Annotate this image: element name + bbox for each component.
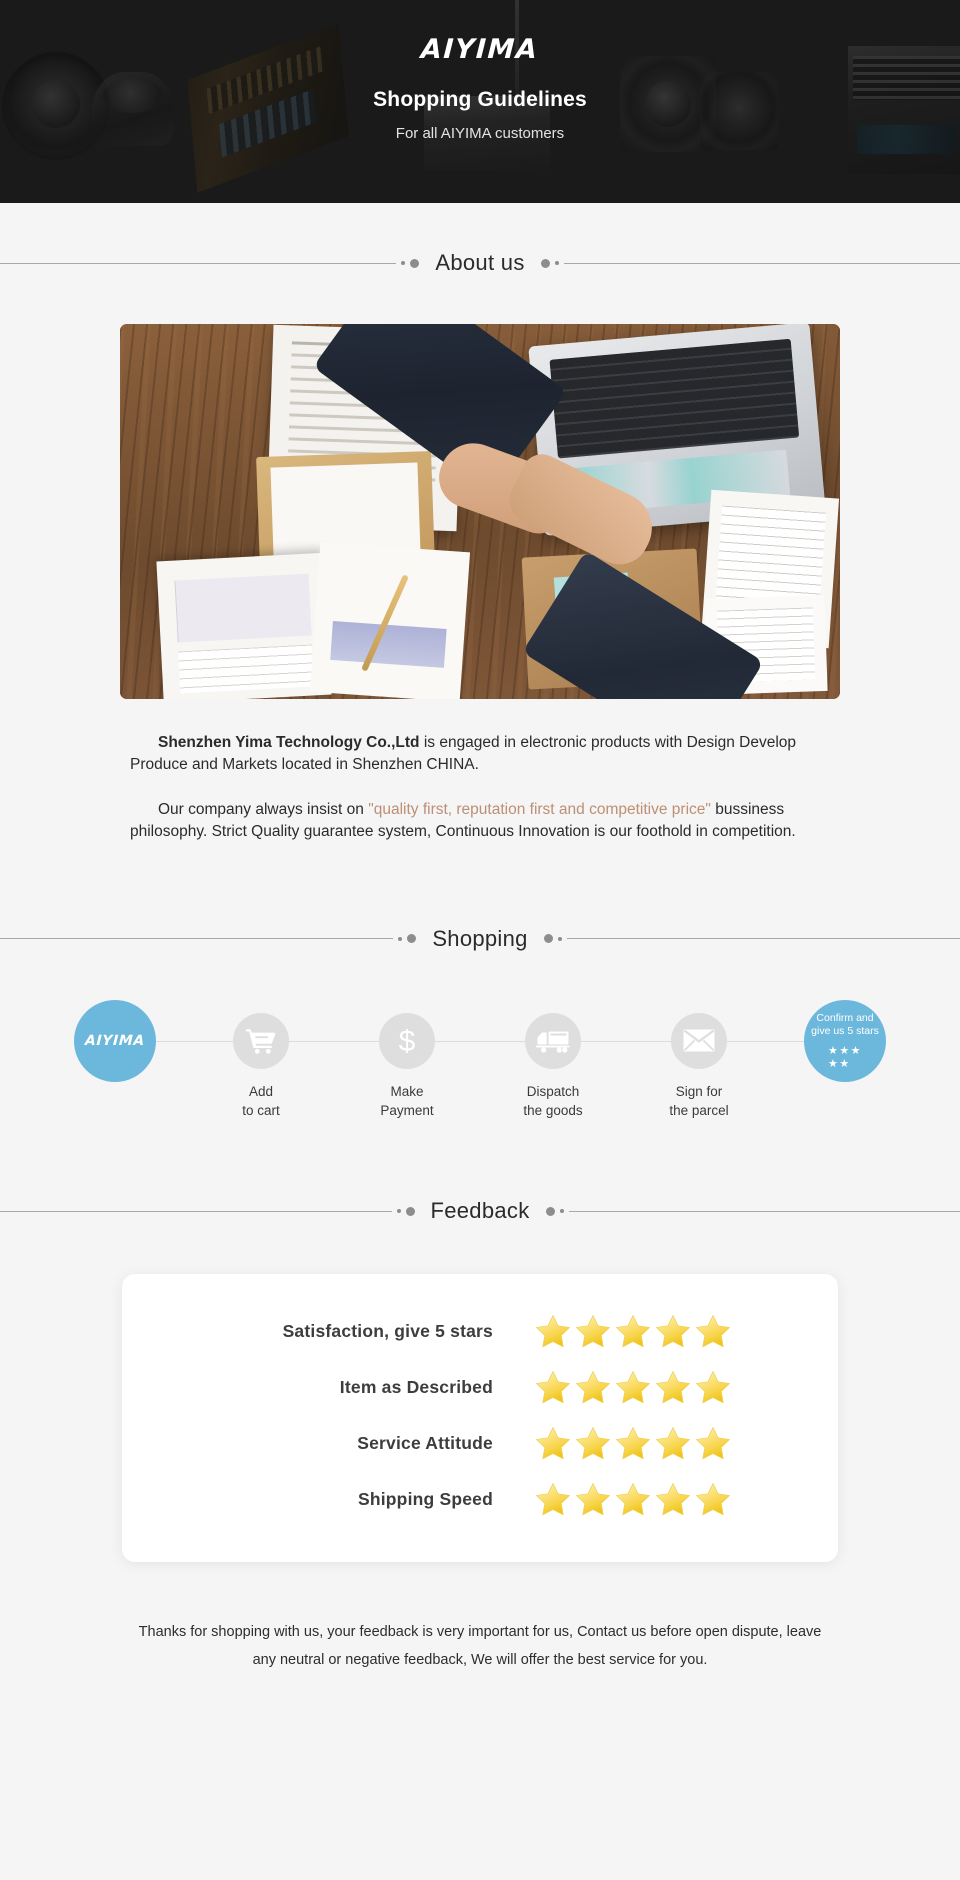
- heading-dot-small-right: [559, 1209, 564, 1214]
- feedback-section-title: Feedback: [430, 1198, 530, 1224]
- step-label: Make Payment: [380, 1083, 434, 1118]
- feedback-star-rating: [535, 1314, 755, 1348]
- heading-dot-large-right: [545, 1206, 555, 1216]
- heading-divider-left: [0, 1210, 392, 1212]
- star-icon: [616, 1483, 650, 1516]
- feedback-row: Service Attitude: [122, 1426, 838, 1460]
- invoice-paper-image: [309, 541, 471, 699]
- about-section-heading: About us: [0, 250, 960, 276]
- star-icon: [536, 1483, 570, 1516]
- feedback-label: Service Attitude: [357, 1432, 493, 1453]
- step-label: Dispatch the goods: [523, 1083, 583, 1118]
- heading-dot-small-left: [398, 936, 403, 941]
- step-confirm-rating: Confirm and give us 5 stars ★★★ ★★: [780, 999, 910, 1082]
- star-icon: [616, 1371, 650, 1404]
- heading-divider-left: [0, 262, 397, 264]
- feedback-row: Satisfaction, give 5 stars: [122, 1314, 838, 1348]
- about-description: Shenzhen Yima Technology Co.,Ltd is enga…: [130, 732, 830, 844]
- feedback-label: Satisfaction, give 5 stars: [282, 1320, 493, 1341]
- feedback-label: Shipping Speed: [357, 1488, 493, 1509]
- star-icon: [656, 1315, 690, 1348]
- about-paragraph-2-pre: Our company always insist on: [158, 800, 369, 818]
- star-icon: [696, 1427, 730, 1460]
- star-icon: [656, 1427, 690, 1460]
- dollar-sign-icon: $: [379, 1012, 435, 1069]
- quality-motto-highlight: "quality first, reputation first and com…: [368, 800, 711, 818]
- company-name: Shenzhen Yima Technology Co.,Ltd: [158, 734, 420, 751]
- footer-note: Thanks for shopping with us, your feedba…: [138, 1624, 822, 1669]
- banner-title: Shopping Guidelines: [373, 88, 587, 111]
- about-paragraph-1: Shenzhen Yima Technology Co.,Ltd is enga…: [130, 732, 830, 777]
- heading-dot-small-left: [396, 1209, 401, 1214]
- heading-divider-right: [566, 938, 960, 940]
- feedback-star-rating: [535, 1370, 755, 1404]
- star-icon: [656, 1371, 690, 1404]
- star-icon: [696, 1315, 730, 1348]
- shopping-cart-icon: [233, 1012, 289, 1069]
- star-icon: [576, 1483, 610, 1516]
- aiyima-logo-icon: AIYIMA: [74, 999, 156, 1082]
- heading-dot-large-right: [540, 258, 550, 268]
- banner-subtitle: For all AIYIMA customers: [395, 125, 565, 142]
- heading-divider-right: [568, 1210, 960, 1212]
- feedback-row: Shipping Speed: [122, 1482, 838, 1516]
- svg-text:$: $: [399, 1025, 416, 1057]
- envelope-icon: [671, 1012, 727, 1069]
- chart-report-image: [156, 552, 332, 699]
- star-icon: [536, 1315, 570, 1348]
- feedback-row: Item as Described: [122, 1370, 838, 1404]
- heading-dot-large-left: [407, 934, 417, 944]
- confirm-stars: ★★★ ★★: [828, 1042, 862, 1070]
- heading-dot-large-left: [405, 1206, 415, 1216]
- star-icon: [576, 1371, 610, 1404]
- star-icon: [536, 1371, 570, 1404]
- step-dispatch-goods: Dispatch the goods: [488, 1000, 618, 1120]
- about-paragraph-2: Our company always insist on "quality fi…: [130, 799, 830, 844]
- confirm-rating-text: Confirm and give us 5 stars: [811, 1012, 879, 1038]
- star-icon: [616, 1315, 650, 1348]
- step-label: Sign for the parcel: [669, 1083, 729, 1118]
- step-make-payment: $ Make Payment: [342, 1000, 472, 1120]
- star-icon: [656, 1483, 690, 1516]
- step-add-to-cart: Add to cart: [196, 1000, 326, 1120]
- heading-dot-small-right: [554, 261, 559, 265]
- five-stars-icon: Confirm and give us 5 stars ★★★ ★★: [804, 999, 886, 1082]
- shopping-steps: AIYIMA Add to cart $ Make Payment Dispat…: [50, 999, 910, 1120]
- heading-divider-right: [563, 262, 960, 264]
- aiyima-brand-logo: AIYIMA: [420, 34, 540, 65]
- heading-dot-large-right: [543, 934, 553, 944]
- step-sign-parcel: Sign for the parcel: [634, 1000, 764, 1120]
- star-icon: [536, 1427, 570, 1460]
- star-icon: [616, 1427, 650, 1460]
- delivery-truck-icon: [525, 1012, 581, 1069]
- page-header-banner: AIYIMA Shopping Guidelines For all AIYIM…: [0, 0, 960, 203]
- heading-divider-left: [0, 938, 394, 940]
- shopping-section-title: Shopping: [432, 925, 528, 951]
- star-icon: [576, 1427, 610, 1460]
- step-label: Add to cart: [242, 1083, 280, 1118]
- confirm-stars-row-1: ★★★: [827, 1044, 863, 1057]
- star-icon: [696, 1483, 730, 1516]
- heading-dot-small-right: [557, 936, 562, 941]
- feedback-card: Satisfaction, give 5 stars Item as Descr…: [122, 1274, 838, 1563]
- about-handshake-photo: [120, 324, 840, 699]
- about-section-title: About us: [435, 250, 525, 275]
- feedback-section-heading: Feedback: [0, 1198, 960, 1224]
- step-brand: AIYIMA: [50, 999, 180, 1082]
- heading-dot-large-left: [410, 258, 420, 268]
- heading-dot-small-left: [401, 261, 406, 265]
- aiyima-logo-text: AIYIMA: [84, 1032, 146, 1049]
- feedback-label: Item as Described: [339, 1376, 493, 1397]
- shopping-section-heading: Shopping: [0, 926, 960, 952]
- star-icon: [696, 1371, 730, 1404]
- confirm-stars-row-2: ★★: [827, 1057, 851, 1070]
- feedback-star-rating: [535, 1482, 755, 1516]
- star-icon: [576, 1315, 610, 1348]
- feedback-star-rating: [535, 1426, 755, 1460]
